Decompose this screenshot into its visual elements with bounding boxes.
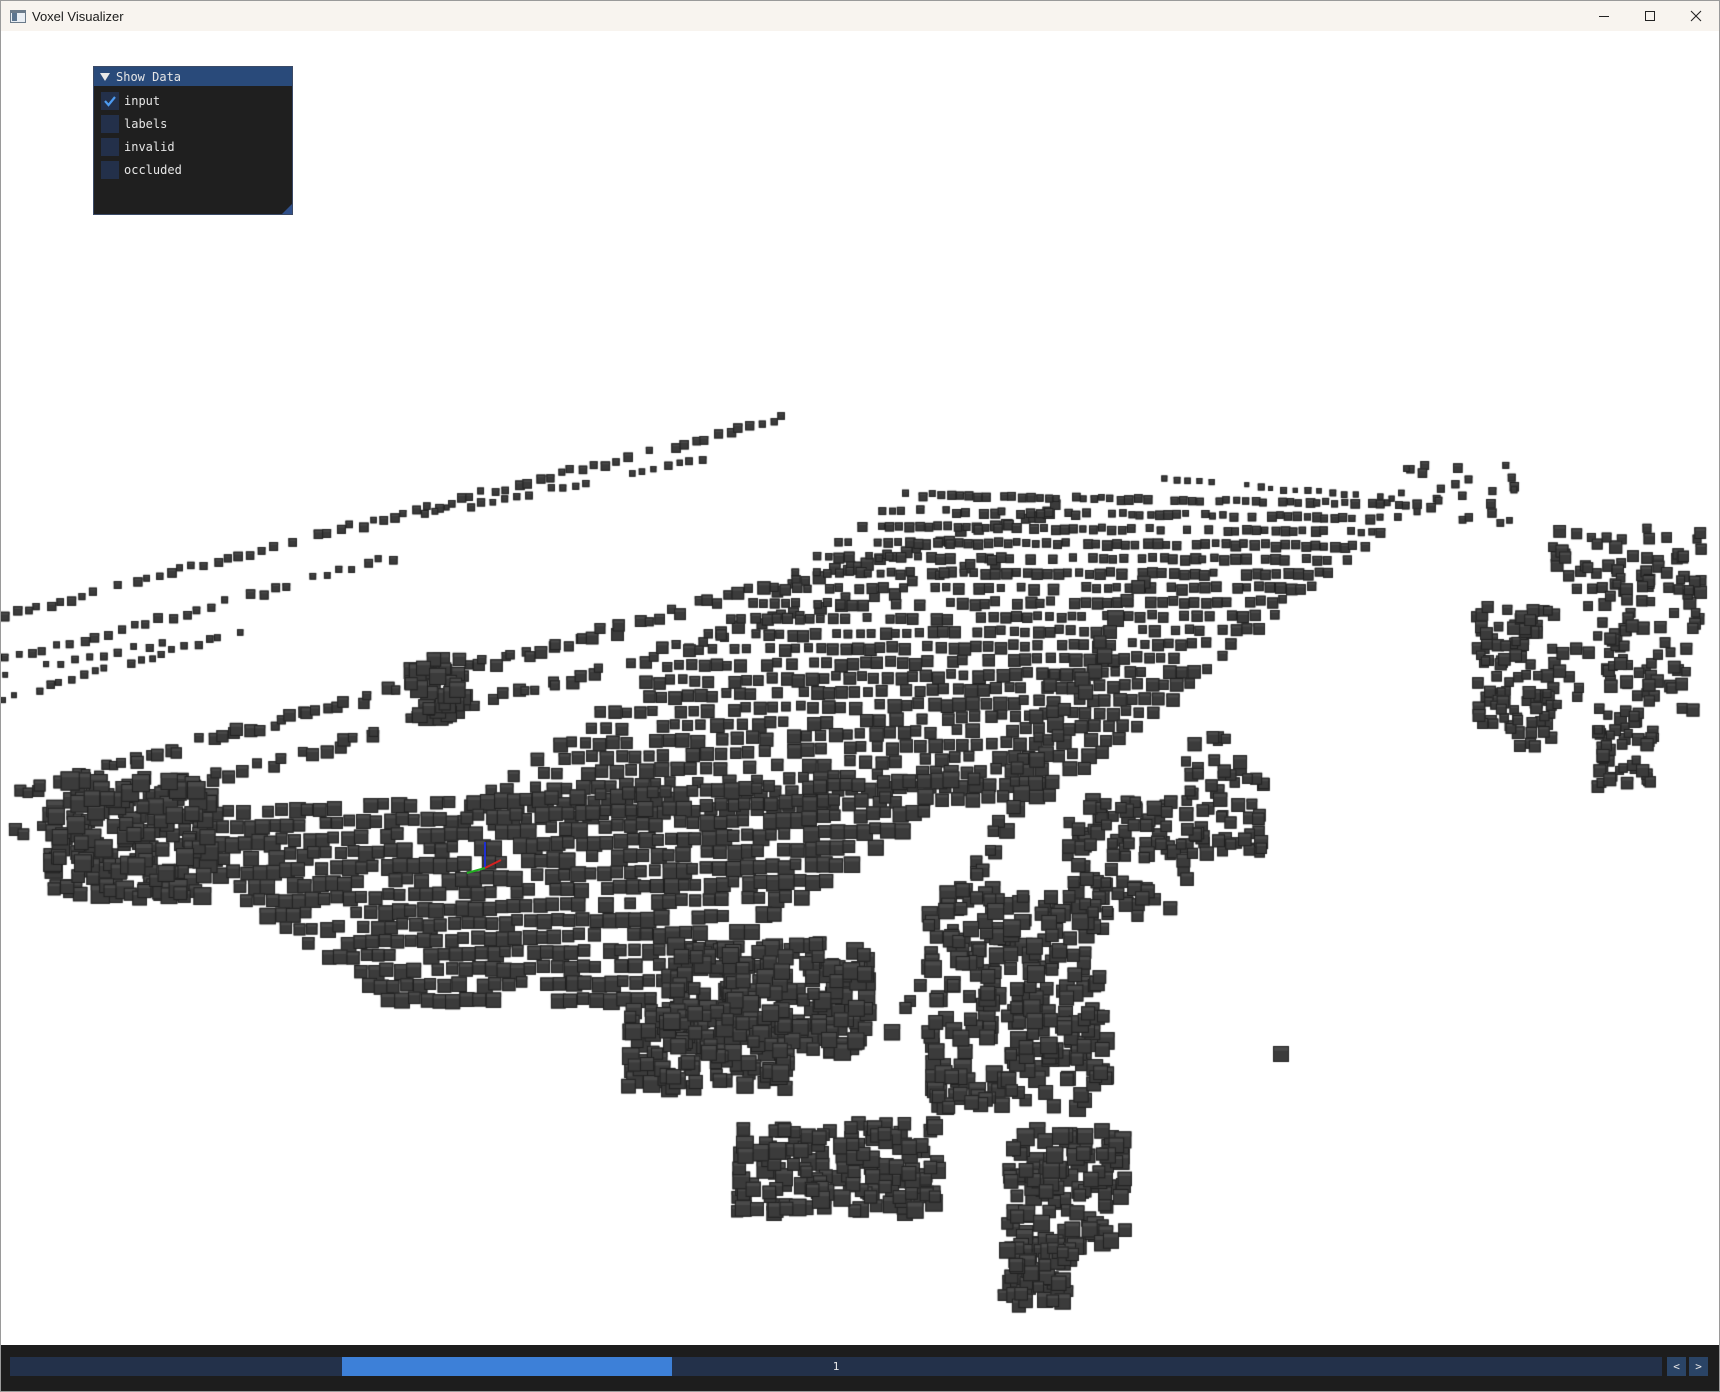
next-frame-button[interactable]: > — [1689, 1357, 1708, 1376]
close-icon — [1690, 10, 1702, 22]
checkmark-icon — [104, 95, 116, 107]
checkbox-list: input labels invalid occluded — [94, 86, 292, 181]
frame-slider[interactable]: 1 — [10, 1357, 1662, 1376]
close-button[interactable] — [1673, 1, 1719, 31]
checkbox-invalid[interactable]: invalid — [94, 135, 292, 158]
resize-grip-icon[interactable] — [282, 204, 292, 214]
checkbox-occluded[interactable]: occluded — [94, 158, 292, 181]
checkbox-labels[interactable]: labels — [94, 112, 292, 135]
minimize-button[interactable] — [1581, 1, 1627, 31]
minimize-icon — [1599, 16, 1609, 17]
title-bar[interactable]: Voxel Visualizer — [1, 1, 1719, 31]
window-title: Voxel Visualizer — [32, 8, 124, 24]
checkbox-box[interactable] — [101, 137, 119, 156]
checkbox-label: labels — [124, 116, 168, 131]
frame-toolbar: 1 < > — [1, 1345, 1719, 1391]
frame-value: 1 — [832, 1360, 840, 1373]
3d-viewport[interactable] — [1, 31, 1719, 1345]
voxel-scene[interactable] — [1, 31, 1719, 1345]
app-window: Voxel Visualizer Show Data input labels … — [0, 0, 1720, 1392]
panel-header[interactable]: Show Data — [94, 67, 292, 86]
app-icon — [10, 9, 26, 23]
checkbox-box[interactable] — [101, 91, 119, 110]
checkbox-label: occluded — [124, 162, 182, 177]
maximize-icon — [1645, 11, 1655, 21]
checkbox-label: invalid — [124, 139, 175, 154]
checkbox-input[interactable]: input — [94, 89, 292, 112]
checkbox-box[interactable] — [101, 160, 119, 179]
panel-title: Show Data — [116, 69, 182, 84]
collapse-triangle-icon[interactable] — [100, 72, 110, 81]
show-data-panel[interactable]: Show Data input labels invalid occluded — [93, 66, 293, 215]
maximize-button[interactable] — [1627, 1, 1673, 31]
axes-gizmo-icon — [466, 842, 502, 874]
window-controls — [1581, 1, 1719, 31]
checkbox-box[interactable] — [101, 114, 119, 133]
prev-frame-button[interactable]: < — [1667, 1357, 1686, 1376]
checkbox-label: input — [124, 93, 161, 108]
